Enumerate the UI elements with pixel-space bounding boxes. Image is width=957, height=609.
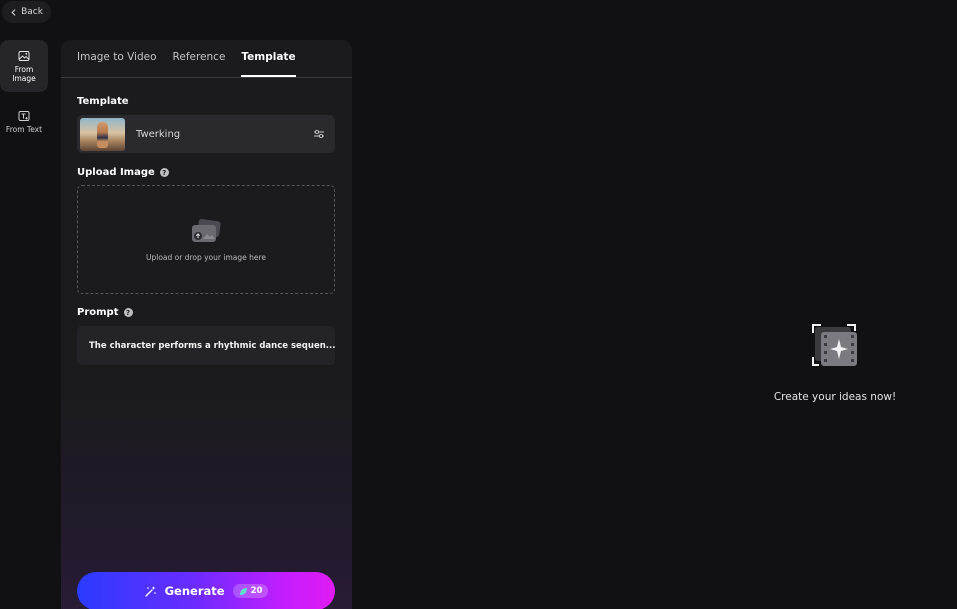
- upload-hint: Upload or drop your image here: [145, 253, 267, 262]
- help-icon[interactable]: ?: [159, 168, 169, 177]
- help-icon[interactable]: ?: [123, 308, 133, 317]
- prompt-heading-text: Prompt: [77, 307, 119, 318]
- credits-count: 20: [250, 586, 263, 596]
- prompt-heading: Prompt ?: [77, 307, 133, 318]
- video-sparkle-icon: [812, 324, 857, 366]
- upload-image-icon: [192, 218, 221, 242]
- template-heading: Template: [77, 96, 129, 107]
- credits-badge: 20: [232, 584, 269, 598]
- back-label: Back: [21, 7, 43, 17]
- rail-item-label: From Text: [5, 125, 43, 134]
- back-button[interactable]: Back: [2, 1, 51, 23]
- mode-tabs: Image to Video Reference Template: [61, 40, 352, 78]
- magic-wand-icon: [144, 585, 156, 597]
- leaf-icon: [239, 587, 247, 595]
- template-selector[interactable]: Twerking: [77, 115, 335, 153]
- image-icon: [18, 50, 30, 61]
- tab-template[interactable]: Template: [241, 51, 296, 77]
- upload-dropzone[interactable]: Upload or drop your image here: [77, 185, 335, 294]
- upload-heading-text: Upload Image: [77, 167, 155, 178]
- text-icon: [18, 111, 30, 121]
- empty-state-text: Create your ideas now!: [773, 391, 897, 403]
- generate-button[interactable]: Generate 20: [77, 572, 335, 609]
- rail-item-label: From: [14, 64, 34, 74]
- chevron-left-icon: [11, 8, 16, 16]
- template-name: Twerking: [136, 128, 181, 140]
- tab-reference[interactable]: Reference: [173, 51, 226, 77]
- sliders-icon[interactable]: [313, 128, 325, 140]
- settings-panel: Image to Video Reference Template Templa…: [61, 40, 352, 609]
- tab-image-to-video[interactable]: Image to Video: [77, 51, 157, 77]
- template-thumbnail: [80, 117, 125, 151]
- prompt-input[interactable]: The character performs a rhythmic dance …: [77, 326, 335, 365]
- upload-heading: Upload Image ?: [77, 167, 169, 178]
- template-heading-text: Template: [77, 96, 129, 107]
- mode-rail: From Image From Text: [0, 40, 48, 148]
- empty-state: Create your ideas now!: [760, 323, 910, 403]
- rail-item-label: Image: [12, 73, 36, 83]
- rail-item-from-text[interactable]: From Text: [0, 96, 48, 148]
- generate-label: Generate: [164, 584, 225, 598]
- rail-item-from-image[interactable]: From Image: [0, 40, 48, 92]
